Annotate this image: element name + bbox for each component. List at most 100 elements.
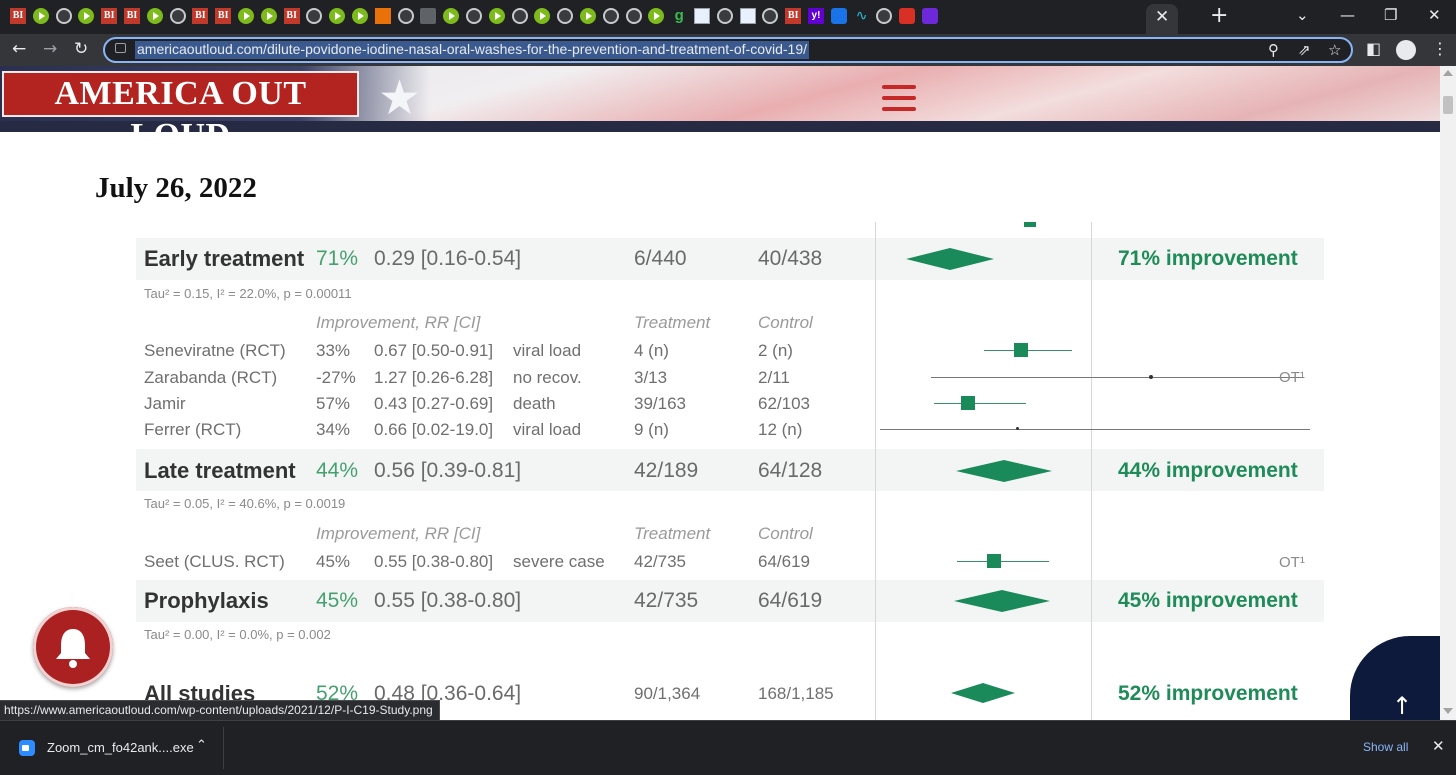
tab-favicon-globe-icon[interactable] [55, 8, 72, 24]
tab-favicon-blue-icon[interactable] [830, 8, 847, 24]
scroll-up-icon[interactable] [1443, 70, 1453, 76]
zoom-icon[interactable]: ⚲ [1268, 41, 1279, 59]
group-treatment: 6/440 [634, 247, 687, 270]
new-tab-button[interactable]: + [1210, 3, 1228, 28]
tab-favicon-globe-icon[interactable] [169, 8, 186, 24]
tab-favicon-globe-icon[interactable] [306, 8, 323, 24]
download-bar: Zoom_cm_fo42ank....exe ⌃ Show all ✕ [0, 720, 1456, 775]
close-download-bar-icon[interactable]: ✕ [1432, 737, 1445, 755]
lock-icon[interactable] [115, 43, 126, 53]
tab-favicon-play-icon[interactable] [32, 8, 49, 24]
tab-favicon-bi-icon[interactable]: BI [215, 8, 232, 24]
tab-favicon-globe-icon[interactable] [876, 8, 893, 24]
tab-favicon-play-icon[interactable] [329, 8, 346, 24]
tab-favicon-globe-icon[interactable] [625, 8, 642, 24]
group-pct: 71% [316, 247, 359, 270]
tab-favicon-bi-icon[interactable]: BI [10, 8, 26, 24]
tab-favicon-bi-icon[interactable]: BI [785, 8, 802, 24]
all-studies-improvement: 52% improvement [1118, 682, 1298, 705]
col-header-improvement: Improvement, RR [CI] [316, 313, 481, 332]
tab-favicon-red-icon[interactable] [899, 8, 916, 24]
tab-favicon-wave-icon[interactable]: ∿ [854, 8, 870, 24]
tab-favicon-play-icon[interactable] [443, 8, 460, 24]
tab-favicon-globe-icon[interactable] [466, 8, 482, 24]
restore-window-button[interactable]: ❐ [1384, 6, 1397, 24]
group-pct: 44% [316, 459, 359, 482]
address-bar[interactable]: americaoutloud.com/dilute-povidone-iodin… [103, 37, 1353, 63]
chevron-up-icon[interactable]: ⌃ [196, 738, 207, 753]
col-header-improvement: Improvement, RR [CI] [316, 524, 481, 543]
tab-favicon-globe-icon[interactable] [397, 8, 414, 24]
tab-favicon-play-icon[interactable] [260, 8, 277, 24]
tab-favicon-bi-icon[interactable]: BI [283, 8, 300, 24]
tab-favicon-orange-icon[interactable] [374, 8, 391, 24]
notification-bell-button[interactable] [33, 607, 113, 687]
tab-favicon-y-icon[interactable]: y! [808, 8, 824, 24]
tab-favicon-globe-icon[interactable] [557, 8, 574, 24]
group-rr: 0.55 [0.38-0.80] [374, 589, 522, 612]
tab-favicon-sq-icon[interactable] [739, 8, 756, 24]
scroll-thumb[interactable] [1443, 96, 1453, 114]
bookmark-star-icon[interactable]: ☆ [1328, 41, 1341, 59]
tab-favicon-globe-icon[interactable] [762, 8, 779, 24]
all-studies-treatment: 90/1,364 [634, 684, 701, 703]
minimize-window-button[interactable]: — [1340, 6, 1355, 24]
scroll-down-icon[interactable] [1443, 708, 1453, 714]
study-name: Ferrer (RCT) [144, 420, 242, 439]
forest-plot-image[interactable]: Early treatment 71% 0.29 [0.16-0.54] 6/4… [136, 222, 1336, 720]
study-control: 64/619 [758, 552, 810, 571]
hamburger-menu-icon[interactable] [882, 83, 916, 113]
group-pct: 45% [316, 589, 359, 612]
profile-avatar[interactable] [1396, 40, 1416, 60]
tab-favicon-globe-icon[interactable] [602, 8, 619, 24]
confidence-interval [984, 350, 1072, 351]
reload-button[interactable]: ↻ [74, 39, 88, 59]
tab-favicon-bi-icon[interactable]: BI [192, 8, 209, 24]
study-pct: 34% [316, 420, 351, 439]
close-tab-icon[interactable]: ✕ [1155, 7, 1169, 27]
tab-favicon-play-icon[interactable] [78, 8, 95, 24]
url-text[interactable]: americaoutloud.com/dilute-povidone-iodin… [135, 41, 809, 59]
study-rr: 0.55 [0.38-0.80] [374, 552, 494, 571]
show-all-downloads-button[interactable]: Show all [1363, 740, 1408, 754]
flag-star-icon: ★ [378, 70, 422, 126]
study-rr: 1.27 [0.26-6.28] [374, 368, 494, 387]
study-treatment: 42/735 [634, 552, 686, 571]
tab-favicon-play-icon[interactable] [534, 8, 551, 24]
tab-favicon-play-icon[interactable] [238, 8, 254, 24]
tab-favicon-play-icon[interactable] [648, 8, 665, 24]
tab-favicon-play-icon[interactable] [146, 8, 163, 24]
tab-favicon-play-icon[interactable] [488, 8, 505, 24]
page-scrollbar[interactable] [1440, 66, 1456, 720]
bell-icon [56, 629, 90, 668]
tab-search-dropdown-icon[interactable]: ⌄ [1296, 6, 1309, 24]
share-icon[interactable]: ⇗ [1298, 41, 1311, 59]
browser-menu-icon[interactable]: ⋮ [1432, 39, 1448, 58]
close-window-button[interactable]: ✕ [1428, 6, 1441, 24]
tab-favicon-globe-icon[interactable] [716, 8, 733, 24]
arrow-up-icon[interactable]: ↑ [1392, 692, 1412, 720]
tab-favicon-bi-icon[interactable]: BI [124, 8, 140, 24]
tab-favicon-grey-icon[interactable] [420, 8, 437, 24]
tab-favicon-play-icon[interactable] [352, 8, 368, 24]
download-file-name[interactable]: Zoom_cm_fo42ank....exe [47, 740, 194, 755]
study-estimate-square [961, 396, 975, 410]
study-treatment: 4 (n) [634, 341, 669, 360]
summary-diamond [951, 683, 1015, 703]
tab-favicon-bi-icon[interactable]: BI [101, 8, 118, 24]
zoom-app-icon[interactable] [19, 740, 35, 756]
group-improvement: 44% improvement [1118, 459, 1298, 482]
tab-favicon-play-icon[interactable] [580, 8, 596, 24]
study-estimate-square [1014, 343, 1028, 357]
tab-favicon-globe-icon[interactable] [511, 8, 528, 24]
tab-favicon-sq-icon[interactable] [694, 8, 710, 24]
back-button[interactable]: ← [12, 39, 26, 59]
side-panel-icon[interactable]: ◧ [1366, 39, 1381, 58]
download-divider [223, 727, 224, 769]
heterogeneity-stats: Tau² = 0.00, I² = 0.0%, p = 0.002 [144, 627, 331, 642]
site-logo[interactable]: AMERICA OUT LOUD [2, 71, 359, 132]
forward-button[interactable]: → [43, 39, 57, 59]
tab-favicon-purple-icon[interactable] [922, 8, 938, 24]
tab-favicon-g-icon[interactable]: g [671, 8, 687, 24]
no-effect-line [1091, 222, 1092, 720]
